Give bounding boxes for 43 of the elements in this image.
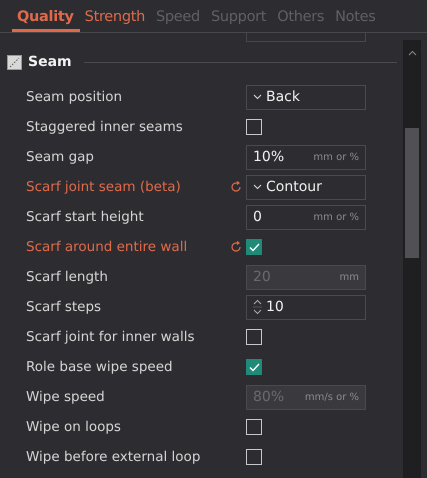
option-label: Staggered inner seams bbox=[25, 119, 184, 135]
option-label: Wipe before external loop bbox=[25, 449, 202, 465]
option-label: Seam position bbox=[25, 89, 124, 105]
spin-field[interactable]: 10 bbox=[246, 294, 366, 320]
input-field[interactable]: 0 mm or % bbox=[246, 204, 366, 230]
option-label: Wipe on loops bbox=[25, 419, 122, 435]
option-label: Scarf steps bbox=[25, 299, 102, 315]
chevron-down-icon bbox=[253, 184, 262, 190]
section-title: Seam bbox=[28, 54, 72, 70]
unit-label: mm/s or % bbox=[304, 392, 359, 402]
chevron-down-icon bbox=[253, 94, 262, 100]
scroll-up-icon[interactable] bbox=[408, 50, 416, 56]
checkbox[interactable] bbox=[246, 449, 262, 465]
unit-label: mm or % bbox=[313, 152, 359, 162]
option-label: Scarf joint for inner walls bbox=[25, 329, 196, 345]
option-label: Role base wipe speed bbox=[25, 359, 174, 375]
option-label: Seam gap bbox=[25, 149, 96, 165]
option-label: Scarf around entire wall bbox=[25, 239, 188, 255]
checkbox[interactable] bbox=[246, 359, 262, 375]
option-label: Scarf joint seam (beta) bbox=[25, 179, 182, 195]
dropdown[interactable]: Contour bbox=[246, 174, 366, 200]
checkmark-icon bbox=[248, 242, 260, 252]
scroll-thumb[interactable] bbox=[405, 128, 419, 258]
spin-arrows-icon bbox=[253, 298, 262, 316]
dropdown[interactable]: Back bbox=[246, 84, 366, 110]
option-label: Scarf length bbox=[25, 269, 109, 285]
reset-icon[interactable] bbox=[230, 241, 242, 253]
unit-label: mm or % bbox=[313, 212, 359, 222]
checkbox[interactable] bbox=[246, 329, 262, 345]
checkbox[interactable] bbox=[246, 119, 262, 135]
tab[interactable]: Quality bbox=[12, 9, 80, 32]
seam-icon bbox=[7, 54, 22, 70]
reset-icon[interactable] bbox=[230, 181, 242, 193]
scrollbar[interactable] bbox=[403, 40, 421, 478]
option-label: Wipe speed bbox=[25, 389, 106, 405]
option-label: Scarf start height bbox=[25, 209, 145, 225]
checkbox[interactable] bbox=[246, 419, 262, 435]
unit-label: mm bbox=[340, 272, 359, 282]
input-field[interactable] bbox=[246, 33, 366, 42]
tab[interactable]: Strength bbox=[80, 9, 151, 32]
checkmark-icon bbox=[248, 362, 260, 372]
checkbox[interactable] bbox=[246, 239, 262, 255]
input-field[interactable]: 10% mm or % bbox=[246, 144, 366, 170]
